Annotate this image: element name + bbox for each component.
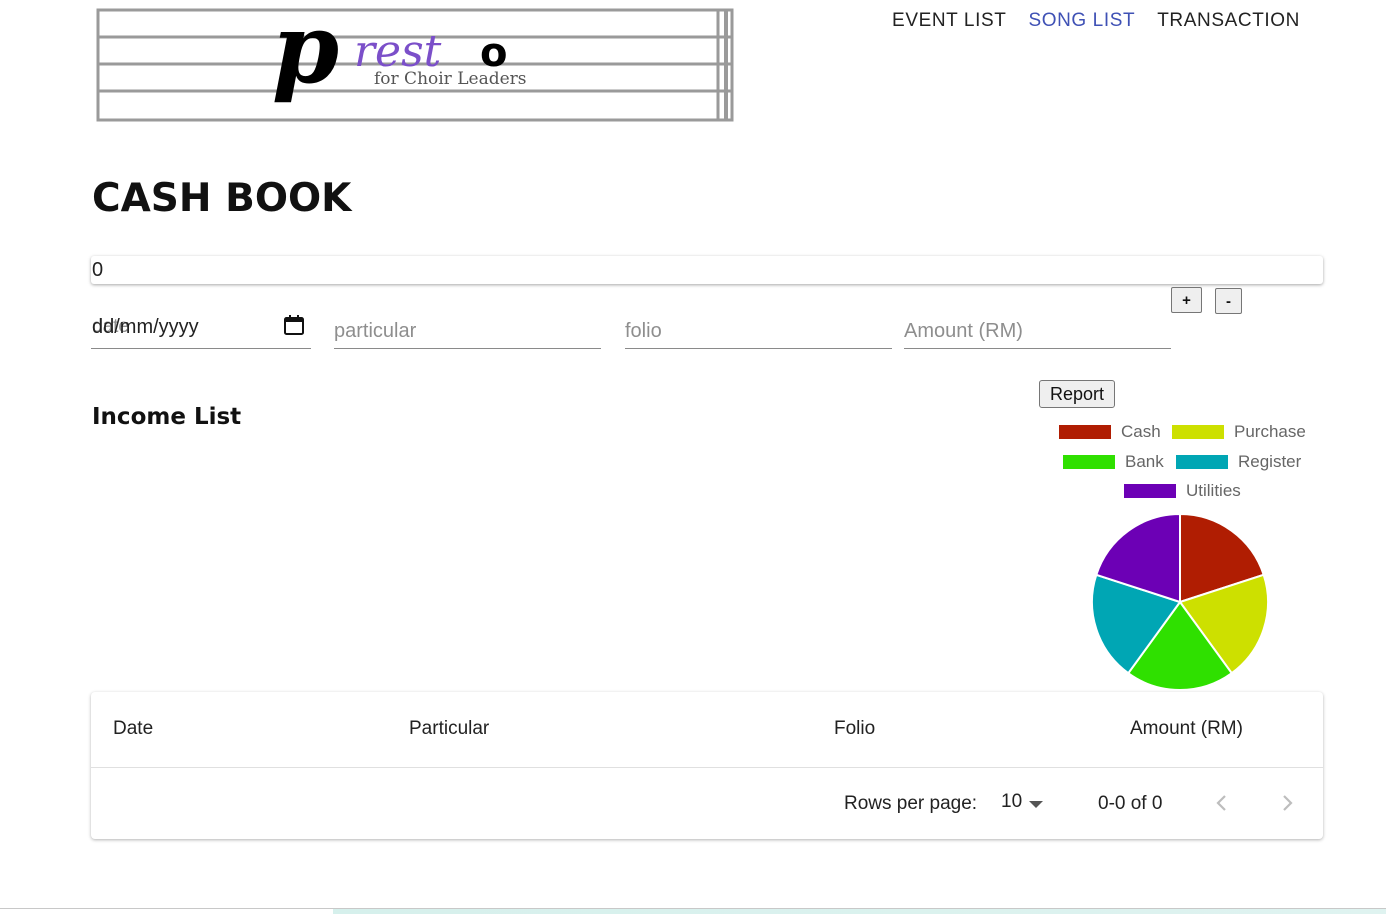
particular-field[interactable] (334, 306, 601, 349)
add-expense-button[interactable]: - (1215, 288, 1242, 314)
balance-display: 0 (91, 256, 1323, 284)
amount-field[interactable] (904, 306, 1171, 349)
folio-field[interactable] (625, 306, 892, 349)
rows-per-page-label: Rows per page: (844, 793, 978, 814)
page-title: CASH BOOK (92, 176, 352, 221)
nav-item-transaction[interactable]: TRANSACTION (1146, 8, 1311, 34)
chevron-left-icon[interactable] (1209, 790, 1235, 816)
legend-item-register[interactable]: Register (1176, 452, 1301, 472)
legend-swatch (1063, 455, 1115, 469)
column-header-particular[interactable]: Particular (409, 718, 489, 740)
logo-graphic: p rest o for Choir Leaders (96, 0, 734, 122)
legend-swatch (1176, 455, 1228, 469)
rows-per-page-select[interactable]: 10 (1001, 791, 1022, 813)
folio-input[interactable] (625, 306, 892, 348)
date-field[interactable]: date dd/mm/yyyy (91, 306, 311, 349)
particular-input[interactable] (334, 306, 601, 348)
income-table: Date Particular Folio Amount (RM) Rows p… (91, 692, 1323, 839)
column-header-folio[interactable]: Folio (834, 718, 875, 740)
chevron-right-icon[interactable] (1274, 790, 1300, 816)
legend-label: Utilities (1186, 481, 1241, 500)
top-nav: EVENT LIST SONG LIST TRANSACTION (881, 8, 1311, 34)
legend-item-bank[interactable]: Bank (1063, 452, 1164, 472)
income-list-title: Income List (92, 404, 242, 430)
add-income-button[interactable]: + (1171, 287, 1202, 313)
column-header-date[interactable]: Date (113, 718, 153, 740)
pagination-range: 0-0 of 0 (1098, 793, 1163, 814)
legend-label: Register (1238, 452, 1302, 471)
caret-down-icon[interactable] (1029, 801, 1043, 808)
calendar-icon[interactable] (283, 314, 305, 336)
amount-input[interactable] (904, 306, 1171, 348)
logo-subtitle: for Choir Leaders (374, 69, 527, 89)
report-button[interactable]: Report (1039, 380, 1115, 408)
table-header: Date Particular Folio Amount (RM) (91, 692, 1323, 768)
legend-item-purchase[interactable]: Purchase (1172, 422, 1306, 442)
window-bottom-edge (0, 908, 1386, 914)
table-pagination: Rows per page: 10 0-0 of 0 (91, 768, 1323, 838)
nav-item-event-list[interactable]: EVENT LIST (881, 8, 1017, 34)
legend-item-cash[interactable]: Cash (1059, 422, 1161, 442)
date-value[interactable]: dd/mm/yyyy (92, 316, 199, 339)
legend-item-utilities[interactable]: Utilities (1124, 481, 1241, 501)
legend-label: Bank (1125, 452, 1164, 471)
presto-logo[interactable]: p rest o for Choir Leaders (96, 0, 736, 124)
column-header-amount[interactable]: Amount (RM) (1130, 718, 1243, 740)
balance-value: 0 (92, 259, 104, 281)
pie-chart (1091, 512, 1269, 691)
legend-swatch (1172, 425, 1224, 439)
legend-label: Purchase (1234, 422, 1306, 441)
legend-swatch (1059, 425, 1111, 439)
nav-item-song-list[interactable]: SONG LIST (1017, 8, 1146, 34)
logo-p-letter: p (272, 8, 339, 105)
legend-swatch (1124, 484, 1176, 498)
legend-label: Cash (1121, 422, 1161, 441)
